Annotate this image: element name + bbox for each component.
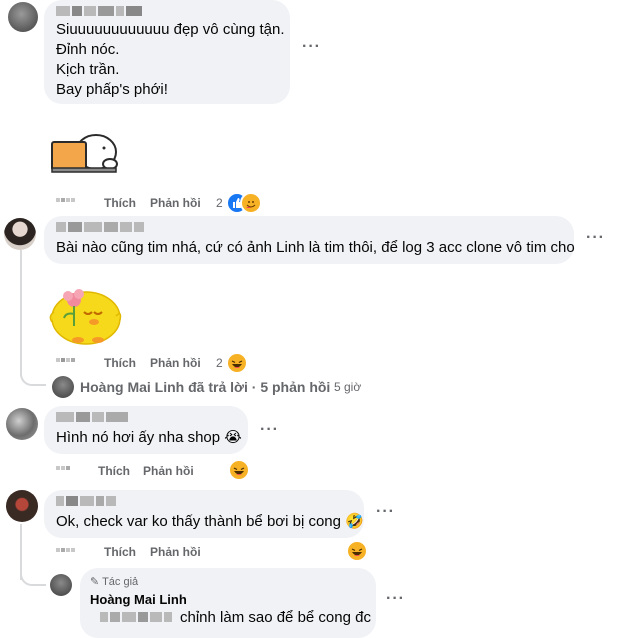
comment-time-blurred xyxy=(56,548,76,558)
tagged-name-blurred[interactable] xyxy=(100,612,174,623)
haha-icon[interactable] xyxy=(228,459,250,481)
comment-text: Hình nó hơi ấy nha shop 😭 xyxy=(56,429,242,446)
comment-text: Bài nào cũng tim nhá, cứ có ảnh Linh là … xyxy=(56,239,575,256)
like-button[interactable]: Thích xyxy=(104,356,136,370)
comment-line: Siuuuuuuuuuuuu đẹp vô cùng tận. xyxy=(56,21,285,38)
more-options-icon[interactable]: ··· xyxy=(376,503,395,521)
sticker-laptop xyxy=(51,134,118,173)
reply-text: chỉnh làm sao để bể cong đc xyxy=(180,609,371,626)
commenter-name-blurred[interactable] xyxy=(56,496,118,507)
commenter-avatar[interactable] xyxy=(6,490,38,522)
like-button[interactable]: Thích xyxy=(104,545,136,559)
reply-button[interactable]: Phản hồi xyxy=(150,356,201,370)
comment-time-blurred xyxy=(56,466,71,476)
more-options-icon[interactable]: ··· xyxy=(302,38,321,56)
replier-name: Hoàng Mai Linh xyxy=(80,379,185,395)
reply-button[interactable]: Phản hồi xyxy=(143,464,194,478)
haha-icon[interactable] xyxy=(226,352,248,374)
like-button[interactable]: Thích xyxy=(98,464,130,478)
commenter-avatar[interactable] xyxy=(8,2,38,32)
comment-time-blurred xyxy=(56,358,76,368)
more-options-icon[interactable]: ··· xyxy=(386,590,405,608)
more-options-icon[interactable]: ··· xyxy=(586,229,605,247)
commenter-name-blurred[interactable] xyxy=(56,6,144,17)
thread-line xyxy=(20,250,22,376)
commenter-name-blurred[interactable] xyxy=(56,412,130,423)
comment-time-blurred xyxy=(56,198,76,208)
commenter-name-blurred[interactable] xyxy=(56,222,146,233)
more-options-icon[interactable]: ··· xyxy=(260,421,279,439)
comment-line: Bay phấp's phới! xyxy=(56,81,168,98)
reply-author-name[interactable]: Hoàng Mai Linh xyxy=(90,592,187,607)
separator-dot: · xyxy=(251,379,257,395)
comment-line: Đỉnh nóc. xyxy=(56,41,120,58)
like-button[interactable]: Thích xyxy=(104,196,136,210)
replied-verb: đã trả lời xyxy=(188,379,248,395)
reaction-count[interactable]: 2 xyxy=(216,196,223,210)
author-badge-label: Tác giả xyxy=(102,576,139,588)
commenter-avatar[interactable] xyxy=(4,218,36,250)
commenter-avatar[interactable] xyxy=(6,408,38,440)
haha-icon[interactable] xyxy=(346,540,368,562)
comment-text: Ok, check var ko thấy thành bể bơi bị co… xyxy=(56,513,364,530)
care-icon[interactable] xyxy=(240,192,262,214)
author-badge: ✎ Tác giả xyxy=(90,575,138,588)
replies-time: 5 giờ xyxy=(334,380,362,394)
thread-line-curve xyxy=(20,570,46,586)
sticker-chick-flower xyxy=(49,289,122,345)
pencil-icon: ✎ xyxy=(90,576,100,588)
replier-avatar[interactable] xyxy=(52,376,74,398)
replies-summary-link[interactable]: Hoàng Mai Linh đã trả lời · 5 phản hồi xyxy=(80,379,330,395)
reaction-count[interactable]: 2 xyxy=(216,356,223,370)
replies-count: 5 phản hồi xyxy=(260,379,331,395)
author-avatar[interactable] xyxy=(50,574,72,596)
comment-line: Kịch trần. xyxy=(56,61,120,78)
reply-button[interactable]: Phản hồi xyxy=(150,545,201,559)
reply-button[interactable]: Phản hồi xyxy=(150,196,201,210)
thread-line-curve xyxy=(20,366,46,386)
